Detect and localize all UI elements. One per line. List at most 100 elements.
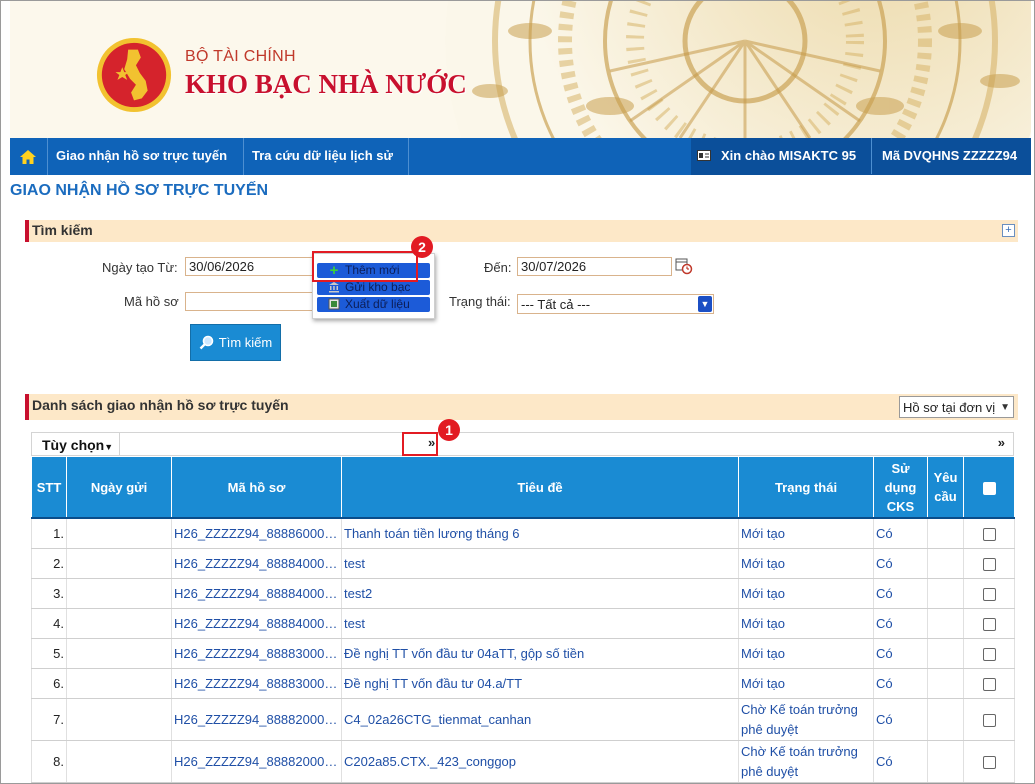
col-header-record-code[interactable]: Mã hồ sơ xyxy=(171,456,342,519)
status-select[interactable]: --- Tất cả --- ▼ xyxy=(517,294,714,314)
row-checkbox[interactable] xyxy=(982,528,996,542)
to-date-label: Đến: xyxy=(484,260,512,275)
col-header-stt[interactable]: STT xyxy=(31,456,67,519)
row-uses-signature: Có xyxy=(873,578,928,609)
menu-item-export-data-label: Xuất dữ liệu xyxy=(345,297,410,311)
row-uses-signature: Có xyxy=(873,638,928,669)
user-info-panel: Xin chào MISAKTC 95 Mã DVQHNS ZZZZZ94 xyxy=(691,138,1031,175)
scroll-right-button[interactable]: » xyxy=(998,435,1005,450)
nav-divider xyxy=(408,138,409,175)
row-request xyxy=(927,638,964,669)
row-sent-date xyxy=(66,578,172,609)
row-record-code[interactable]: H26_ZZZZZ94_8888600000… xyxy=(171,517,342,549)
record-location-select[interactable]: Hồ sơ tại đơn vị ▼ xyxy=(899,396,1014,418)
row-checkbox[interactable] xyxy=(982,756,996,770)
search-button-label: Tìm kiếm xyxy=(218,335,273,350)
col-header-status[interactable]: Trạng thái xyxy=(738,456,874,519)
row-request xyxy=(927,548,964,579)
col-header-uses-signature-label: Sử dụng CKS xyxy=(884,460,917,514)
row-checkbox-cell xyxy=(963,548,1015,579)
col-header-title[interactable]: Tiêu đề xyxy=(341,456,739,519)
row-checkbox-cell xyxy=(963,517,1015,549)
table-row[interactable]: 1. H26_ZZZZZ94_8888600000… Thanh toán ti… xyxy=(31,517,1015,549)
from-date-input[interactable] xyxy=(185,257,325,276)
row-status: Mới tạo xyxy=(738,517,874,549)
search-section-title: Tìm kiếm xyxy=(32,222,93,238)
callout-badge-1: 1 xyxy=(438,419,460,441)
table-row[interactable]: 7. H26_ZZZZZ94_8888200000… C4_02a26CTG_t… xyxy=(31,698,1015,741)
table-row[interactable]: 4. H26_ZZZZZ94_8888400000… test Mới tạo … xyxy=(31,608,1015,639)
row-sent-date xyxy=(66,517,172,549)
ministry-name: BỘ TÀI CHÍNH xyxy=(185,48,296,65)
row-record-code[interactable]: H26_ZZZZZ94_8888300000… xyxy=(171,668,342,699)
row-stt: 1. xyxy=(31,517,67,549)
row-checkbox[interactable] xyxy=(982,678,996,692)
record-code-label: Mã hồ sơ xyxy=(124,294,179,309)
from-date-label: Ngày tạo Từ: xyxy=(102,260,178,275)
col-header-uses-signature[interactable]: Sử dụng CKS xyxy=(873,456,928,519)
row-uses-signature: Có xyxy=(873,668,928,699)
list-section-header: Danh sách giao nhận hồ sơ trực tuyến xyxy=(25,394,1018,420)
col-header-sent-date[interactable]: Ngày gửi xyxy=(66,456,172,519)
row-checkbox[interactable] xyxy=(982,558,996,572)
row-title[interactable]: Đề nghị TT vốn đầu tư 04.a/TT xyxy=(341,668,739,699)
home-button[interactable] xyxy=(10,138,46,175)
row-uses-signature: Có xyxy=(873,608,928,639)
row-stt: 4. xyxy=(31,608,67,639)
row-stt: 6. xyxy=(31,668,67,699)
row-status: Mới tạo xyxy=(738,668,874,699)
menu-item-export-data[interactable]: Xuất dữ liệu xyxy=(317,297,430,312)
row-record-code[interactable]: H26_ZZZZZ94_8888200000… xyxy=(171,740,342,783)
row-title[interactable]: test xyxy=(341,548,739,579)
row-checkbox-cell xyxy=(963,638,1015,669)
col-header-select-all[interactable] xyxy=(963,456,1015,519)
header-banner: BỘ TÀI CHÍNH KHO BẠC NHÀ NƯỚC xyxy=(10,1,1031,138)
row-checkbox[interactable] xyxy=(982,588,996,602)
row-checkbox[interactable] xyxy=(982,714,996,728)
row-status: Mới tạo xyxy=(738,548,874,579)
row-checkbox-cell xyxy=(963,608,1015,639)
row-title[interactable]: Thanh toán tiền lương tháng 6 xyxy=(341,517,739,549)
main-navbar: Giao nhận hồ sơ trực tuyến Tra cứu dữ li… xyxy=(10,138,1031,175)
row-title[interactable]: test xyxy=(341,608,739,639)
options-dropdown-button[interactable]: Tùy chọn▼ xyxy=(32,433,120,455)
row-record-code[interactable]: H26_ZZZZZ94_8888300000… xyxy=(171,638,342,669)
to-date-input[interactable] xyxy=(517,257,672,276)
nav-item-history-lookup[interactable]: Tra cứu dữ liệu lịch sử xyxy=(243,138,401,175)
app-window: BỘ TÀI CHÍNH KHO BẠC NHÀ NƯỚC Giao nhận … xyxy=(0,0,1035,784)
status-label: Trạng thái: xyxy=(449,294,511,309)
row-title[interactable]: C4_02a26CTG_tienmat_canhan xyxy=(341,698,739,741)
row-record-code[interactable]: H26_ZZZZZ94_8888400000… xyxy=(171,548,342,579)
row-stt: 5. xyxy=(31,638,67,669)
table-row[interactable]: 6. H26_ZZZZZ94_8888300000… Đề nghị TT vố… xyxy=(31,668,1015,699)
row-title[interactable]: Đề nghị TT vốn đầu tư 04aTT, gộp số tiền xyxy=(341,638,739,669)
agency-name: KHO BẠC NHÀ NƯỚC xyxy=(185,69,467,99)
table-row[interactable]: 5. H26_ZZZZZ94_8888300000… Đề nghị TT vố… xyxy=(31,638,1015,669)
row-sent-date xyxy=(66,698,172,741)
table-row[interactable]: 8. H26_ZZZZZ94_8888200000… C202a85.CTX._… xyxy=(31,740,1015,783)
select-all-checkbox[interactable] xyxy=(982,481,996,495)
nav-item-online-submission[interactable]: Giao nhận hồ sơ trực tuyến xyxy=(47,138,235,175)
row-record-code[interactable]: H26_ZZZZZ94_8888400000… xyxy=(171,608,342,639)
col-header-request[interactable]: Yêu cầu xyxy=(927,456,964,519)
row-request xyxy=(927,578,964,609)
row-record-code[interactable]: H26_ZZZZZ94_8888200000… xyxy=(171,698,342,741)
row-title[interactable]: C202a85.CTX._423_conggop xyxy=(341,740,739,783)
row-sent-date xyxy=(66,638,172,669)
caret-down-icon: ▼ xyxy=(104,442,114,452)
calendar-clear-icon[interactable] xyxy=(675,257,693,278)
list-section-title: Danh sách giao nhận hồ sơ trực tuyến xyxy=(32,397,289,413)
row-uses-signature: Có xyxy=(873,517,928,549)
row-title[interactable]: test2 xyxy=(341,578,739,609)
search-button[interactable]: Tìm kiếm xyxy=(190,324,281,361)
user-greeting: Xin chào MISAKTC 95 xyxy=(721,148,857,163)
row-checkbox[interactable] xyxy=(982,648,996,662)
table-row[interactable]: 2. H26_ZZZZZ94_8888400000… test Mới tạo … xyxy=(31,548,1015,579)
record-code-input[interactable] xyxy=(185,292,325,311)
table-row[interactable]: 3. H26_ZZZZZ94_8888400000… test2 Mới tạo… xyxy=(31,578,1015,609)
expand-icon[interactable]: + xyxy=(1002,224,1015,237)
row-checkbox[interactable] xyxy=(982,618,996,632)
row-record-code[interactable]: H26_ZZZZZ94_8888400000… xyxy=(171,578,342,609)
row-checkbox-cell xyxy=(963,668,1015,699)
menu-item-send-treasury[interactable]: Gửi kho bạc xyxy=(317,280,430,295)
